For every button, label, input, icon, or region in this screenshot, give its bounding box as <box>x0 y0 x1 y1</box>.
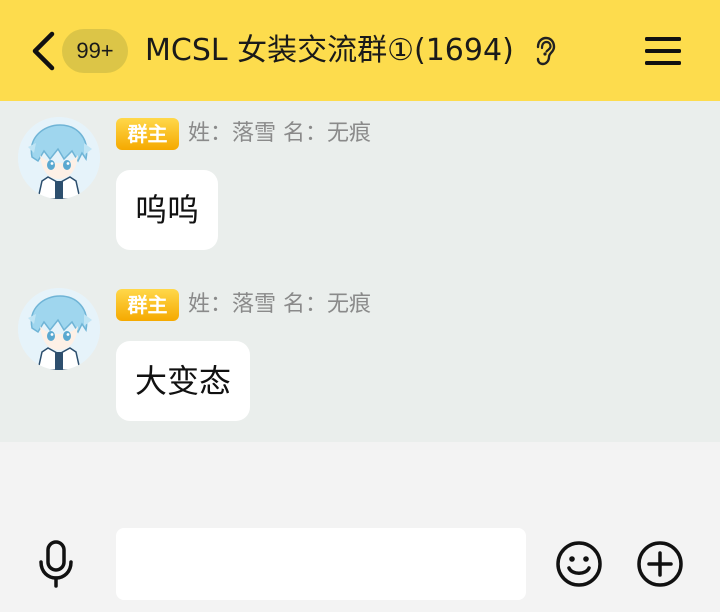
chat-title[interactable]: MCSL 女装交流群①(1694) <box>145 27 514 75</box>
chat-window: 99+ MCSL 女装交流群①(1694) 群主 姓：落雪 名：无痕 呜呜 群主… <box>0 0 720 612</box>
ear-icon[interactable] <box>533 36 557 66</box>
hamburger-menu-icon[interactable] <box>644 34 682 68</box>
sender-name[interactable]: 姓：落雪 名：无痕 <box>188 289 371 321</box>
anime-avatar-icon <box>18 117 100 199</box>
back-button[interactable] <box>28 30 58 72</box>
message-item: 群主 姓：落雪 名：无痕 大变态 <box>0 288 720 448</box>
group-owner-badge: 群主 <box>116 118 179 150</box>
chat-header: 99+ MCSL 女装交流群①(1694) <box>0 0 720 101</box>
plus-circle-icon[interactable] <box>636 540 684 588</box>
unread-count-badge[interactable]: 99+ <box>62 29 128 73</box>
message-item: 群主 姓：落雪 名：无痕 呜呜 <box>0 117 720 277</box>
chevron-left-icon <box>32 31 55 71</box>
message-input[interactable] <box>116 528 526 600</box>
avatar[interactable] <box>18 117 100 199</box>
microphone-icon[interactable] <box>36 540 76 588</box>
message-list[interactable]: 群主 姓：落雪 名：无痕 呜呜 群主 姓：落雪 名：无痕 大变态 <box>0 101 720 442</box>
sender-name[interactable]: 姓：落雪 名：无痕 <box>188 118 371 150</box>
message-bubble[interactable]: 呜呜 <box>116 170 219 250</box>
anime-avatar-icon <box>18 288 100 370</box>
message-bubble[interactable]: 大变态 <box>116 341 251 421</box>
avatar[interactable] <box>18 288 100 370</box>
group-owner-badge: 群主 <box>116 289 179 321</box>
input-bar <box>0 442 720 612</box>
smiley-icon[interactable] <box>555 540 603 588</box>
